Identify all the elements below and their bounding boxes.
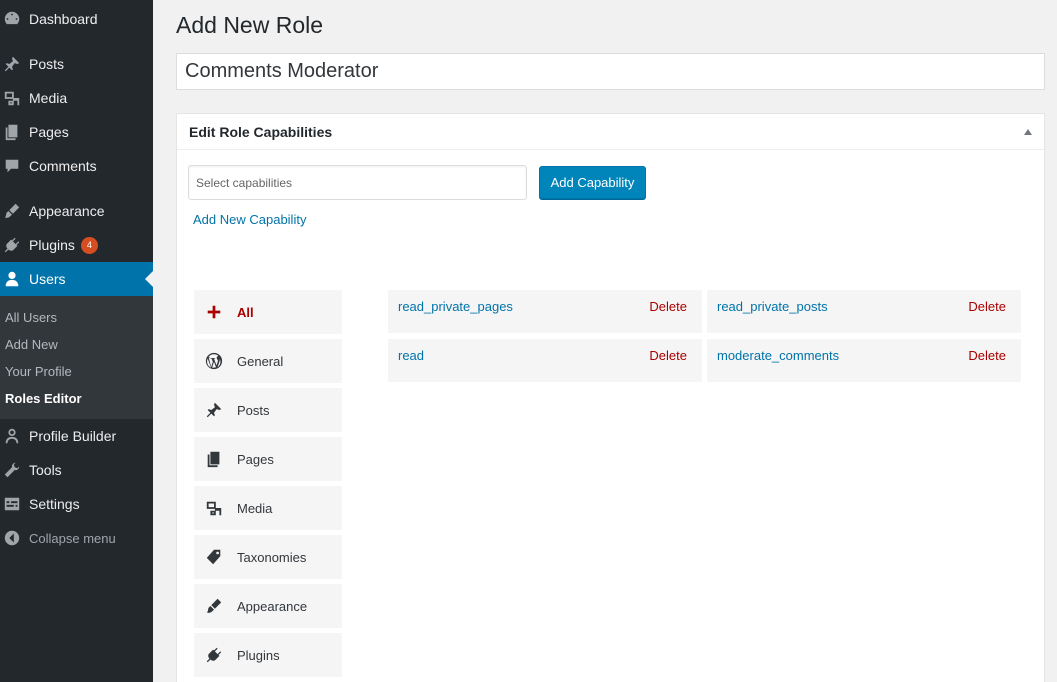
menu-pages[interactable]: Pages [0, 115, 153, 149]
capability-name: read_private_posts [717, 299, 828, 314]
paintbrush-icon [2, 201, 22, 221]
settings-icon [2, 494, 22, 514]
group-plugins[interactable]: Plugins [194, 633, 342, 677]
collapse-toggle-icon[interactable] [1024, 128, 1032, 135]
menu-settings[interactable]: Settings [0, 487, 153, 521]
menu-label: Posts [29, 56, 65, 72]
menu-plugins[interactable]: Plugins 4 [0, 228, 153, 262]
group-label: Plugins [237, 647, 280, 663]
delete-capability-link[interactable]: Delete [649, 348, 687, 363]
tag-icon [204, 547, 224, 567]
group-label: General [237, 353, 284, 369]
capability-item: read Delete [388, 339, 702, 382]
menu-tools[interactable]: Tools [0, 453, 153, 487]
menu-label: Tools [29, 462, 62, 478]
delete-capability-link[interactable]: Delete [649, 299, 687, 314]
paintbrush-icon [204, 596, 224, 616]
menu-label: Users [29, 271, 66, 287]
submenu-roles-editor[interactable]: Roles Editor [5, 391, 82, 406]
menu-label: Collapse menu [29, 530, 116, 546]
capability-name: moderate_comments [717, 348, 840, 363]
pin-icon [204, 400, 224, 420]
add-capability-button[interactable]: Add Capability [539, 166, 646, 199]
group-label: Posts [237, 402, 270, 418]
media-icon [204, 498, 224, 518]
admin-sidebar: Dashboard Posts Media Pages Comments App… [0, 0, 153, 682]
group-appearance[interactable]: Appearance [194, 584, 342, 628]
capability-item: moderate_comments Delete [707, 339, 1021, 382]
plugin-icon [204, 645, 224, 665]
group-label: Media [237, 500, 273, 516]
comment-icon [2, 156, 22, 176]
wordpress-icon [204, 351, 224, 371]
group-label: All [237, 304, 254, 320]
group-general[interactable]: General [194, 339, 342, 383]
group-media[interactable]: Media [194, 486, 342, 530]
pages-icon [204, 449, 224, 469]
menu-dashboard[interactable]: Dashboard [0, 2, 153, 36]
select-capabilities-input[interactable] [188, 165, 527, 200]
add-new-capability-link[interactable]: Add New Capability [193, 212, 306, 227]
menu-posts[interactable]: Posts [0, 47, 153, 81]
user-icon [2, 426, 22, 446]
menu-media[interactable]: Media [0, 81, 153, 115]
users-submenu: All Users Add New Your Profile Roles Edi… [0, 296, 153, 419]
page-title: Add New Role [176, 12, 324, 38]
menu-label: Media [29, 90, 68, 106]
menu-comments[interactable]: Comments [0, 149, 153, 183]
menu-appearance[interactable]: Appearance [0, 194, 153, 228]
collapse-icon [2, 528, 22, 548]
collapse-menu-button[interactable]: Collapse menu [0, 521, 153, 555]
media-icon [2, 88, 22, 108]
group-posts[interactable]: Posts [194, 388, 342, 432]
role-name-input[interactable] [176, 53, 1045, 90]
menu-label: Comments [29, 158, 97, 174]
menu-label: Settings [29, 496, 80, 512]
plus-icon [204, 302, 224, 322]
pin-icon [2, 54, 22, 74]
submenu-add-new[interactable]: Add New [5, 337, 58, 352]
user-icon [2, 269, 22, 289]
postbox-title: Edit Role Capabilities [189, 123, 333, 140]
capabilities-postbox: Edit Role Capabilities Add Capability Ad… [176, 113, 1045, 682]
menu-profile-builder[interactable]: Profile Builder [0, 419, 153, 453]
capability-item: read_private_posts Delete [707, 290, 1021, 333]
menu-label: Appearance [29, 203, 105, 219]
group-label: Appearance [237, 598, 308, 614]
menu-label: Pages [29, 124, 69, 140]
update-count-badge: 4 [80, 236, 98, 254]
group-label: Taxonomies [237, 549, 307, 565]
group-all[interactable]: All [194, 290, 342, 334]
menu-label: Plugins [29, 237, 75, 253]
submenu-your-profile[interactable]: Your Profile [5, 364, 72, 379]
group-label: Pages [237, 451, 274, 467]
postbox-header[interactable]: Edit Role Capabilities [177, 114, 1044, 150]
menu-users[interactable]: Users [0, 262, 153, 296]
group-pages[interactable]: Pages [194, 437, 342, 481]
menu-label: Profile Builder [29, 428, 117, 444]
group-taxonomies[interactable]: Taxonomies [194, 535, 342, 579]
delete-capability-link[interactable]: Delete [968, 299, 1006, 314]
dashboard-icon [2, 9, 22, 29]
delete-capability-link[interactable]: Delete [968, 348, 1006, 363]
capability-name: read_private_pages [398, 299, 513, 314]
menu-label: Dashboard [29, 11, 98, 27]
pages-icon [2, 122, 22, 142]
submenu-all-users[interactable]: All Users [5, 310, 57, 325]
capability-item: read_private_pages Delete [388, 290, 702, 333]
wrench-icon [2, 460, 22, 480]
plugin-icon [2, 235, 22, 255]
capability-name: read [398, 348, 425, 363]
